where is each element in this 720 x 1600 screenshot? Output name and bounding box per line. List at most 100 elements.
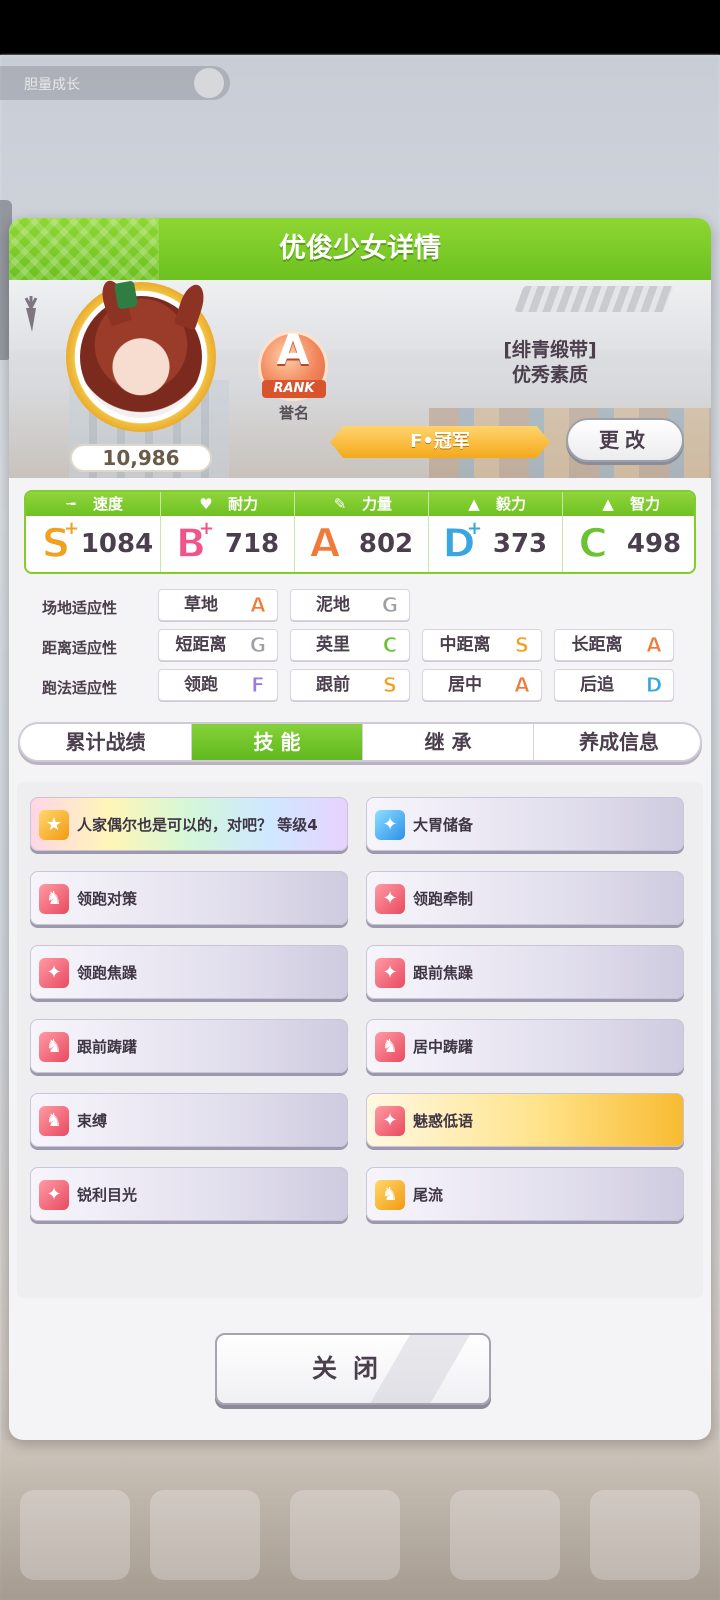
- background-menu-item: [590, 1490, 700, 1580]
- skill-name: 大胃储备: [413, 816, 474, 834]
- stat-stamina: ♥ 耐力 B + 718: [160, 492, 295, 572]
- epithet-bar: F•冠军: [330, 426, 550, 458]
- fan-count: 10,986: [70, 444, 212, 472]
- status-bar: [0, 0, 720, 55]
- skill-item[interactable]: ✦ 魅惑低语: [366, 1093, 684, 1147]
- tab-training-info[interactable]: 养成信息: [533, 724, 700, 760]
- aptitude-grade: A: [646, 633, 662, 658]
- speed-horse-icon: ♞: [375, 1180, 405, 1210]
- skill-item[interactable]: ♞ 跟前踌躇: [30, 1019, 348, 1073]
- skill-item[interactable]: ✦ 锐利目光: [30, 1167, 348, 1221]
- aptitude-name: 领跑: [184, 675, 218, 695]
- aptitude-short: 短距离 G: [158, 629, 278, 661]
- skill-item[interactable]: ✦ 大胃储备: [366, 797, 684, 851]
- stat-label: 耐力: [227, 495, 258, 513]
- track-aptitude-label: 场地适应性: [42, 599, 118, 617]
- aptitude-grade: S: [382, 673, 398, 698]
- skill-name: 魅惑低语: [413, 1112, 474, 1130]
- skill-item[interactable]: ✦ 领跑牵制: [366, 871, 684, 925]
- skill-item[interactable]: ♞ 居中踌躇: [366, 1019, 684, 1073]
- stat-header: ▲ 智力: [563, 492, 694, 516]
- tab-race-record[interactable]: 累计战绩: [20, 724, 191, 760]
- change-epithet-button[interactable]: 更改: [566, 418, 684, 462]
- hero-vent: [514, 286, 674, 312]
- stat-guts: ▲ 毅力 D + 373: [428, 492, 563, 572]
- skill-item[interactable]: ★ 人家偶尔也是可以的，对吧？ 等级4: [30, 797, 348, 851]
- debuff-sparkle-icon: ✦: [39, 1180, 69, 1210]
- character-title-subtitle: 优秀素质: [511, 364, 588, 386]
- skill-name: 锐利目光: [77, 1186, 138, 1204]
- stat-label: 毅力: [495, 495, 526, 513]
- aptitude-mile: 英里 C: [290, 629, 410, 661]
- stat-grade: A: [309, 520, 341, 568]
- skill-item[interactable]: ✦ 跟前焦躁: [366, 945, 684, 999]
- skill-name: 跟前焦躁: [413, 964, 474, 982]
- aptitude-name: 短距离: [175, 635, 227, 655]
- background-menu-item: [20, 1490, 130, 1580]
- aptitude-grade: F: [251, 673, 266, 698]
- stat-header: ✎ 力量: [295, 492, 429, 516]
- unique-skill-icon: ★: [39, 810, 69, 840]
- aptitude-name: 跟前: [316, 675, 350, 695]
- stat-header: ▲ 毅力: [429, 492, 563, 516]
- aptitude-name: 泥地: [316, 595, 350, 615]
- dialog-header: 优俊少女详情: [9, 218, 711, 280]
- stat-label: 速度: [92, 495, 123, 513]
- detail-tabs: 累计战绩 技 能 继 承 养成信息: [18, 722, 702, 762]
- aptitude-grade: S: [514, 633, 530, 658]
- background-top-bar-text: 胆量成长: [24, 77, 80, 93]
- skill-item[interactable]: ♞ 尾流: [366, 1167, 684, 1221]
- carrot-icon[interactable]: [18, 294, 44, 334]
- skill-name: 领跑牵制: [413, 890, 474, 908]
- skill-name: 居中踌躇: [413, 1038, 474, 1056]
- skill-name: 尾流: [413, 1186, 444, 1204]
- avatar-ribbon: [113, 280, 139, 310]
- skill-item[interactable]: ♞ 领跑对策: [30, 871, 348, 925]
- aptitude-betweener: 居中 A: [422, 669, 542, 701]
- background-info-icon: [194, 68, 224, 98]
- rank-ribbon: RANK: [262, 380, 326, 398]
- flame-icon: ▲: [468, 495, 480, 513]
- skill-name: 领跑对策: [77, 890, 138, 908]
- stat-grade: C: [578, 520, 609, 568]
- debuff-sparkle-icon: ✦: [375, 884, 405, 914]
- stat-power: ✎ 力量 A 802: [294, 492, 429, 572]
- rank-caption: 誉名: [278, 404, 309, 422]
- aptitude-name: 英里: [316, 635, 350, 655]
- stat-wisdom: ▲ 智力 C 498: [562, 492, 694, 572]
- character-title-name: [绯青缎带]: [503, 339, 597, 361]
- aptitude-name: 草地: [184, 595, 218, 615]
- aptitude-grade: G: [381, 593, 399, 618]
- debuff-horse-icon: ♞: [39, 1032, 69, 1062]
- tab-inheritance[interactable]: 继 承: [362, 724, 533, 760]
- aptitude-name: 长距离: [571, 635, 623, 655]
- stat-value: 498: [626, 529, 682, 559]
- close-button[interactable]: 关闭: [215, 1333, 491, 1405]
- background-menu-item: [450, 1490, 560, 1580]
- rank-letter: A: [276, 325, 310, 374]
- aptitude-grade: G: [249, 633, 267, 658]
- skill-item[interactable]: ♞ 束缚: [30, 1093, 348, 1147]
- aptitude-leader: 跟前 S: [290, 669, 410, 701]
- debuff-sparkle-icon: ✦: [375, 1106, 405, 1136]
- aptitude-dirt: 泥地 G: [290, 589, 410, 621]
- aptitude-grade: A: [250, 593, 266, 618]
- aptitude-grade: D: [645, 673, 663, 698]
- stat-value: 373: [492, 529, 548, 559]
- skill-name: 领跑焦躁: [77, 964, 138, 982]
- graduation-cap-icon: ▲: [602, 495, 614, 513]
- stat-value: 1084: [80, 529, 154, 559]
- aptitude-chaser: 后追 D: [554, 669, 674, 701]
- muscle-icon: ✎: [333, 495, 347, 513]
- skill-name: 束缚: [77, 1112, 108, 1130]
- aptitude-name: 中距离: [439, 635, 491, 655]
- debuff-horse-icon: ♞: [39, 884, 69, 914]
- debuff-sparkle-icon: ✦: [39, 958, 69, 988]
- stat-header: ♥ 耐力: [161, 492, 295, 516]
- aptitude-name: 后追: [580, 675, 614, 695]
- skill-item[interactable]: ✦ 领跑焦躁: [30, 945, 348, 999]
- dialog-title: 优俊少女详情: [279, 233, 441, 264]
- tab-skills[interactable]: 技 能: [191, 724, 362, 760]
- aptitude-grade: C: [382, 633, 398, 658]
- aptitude-long: 长距离 A: [554, 629, 674, 661]
